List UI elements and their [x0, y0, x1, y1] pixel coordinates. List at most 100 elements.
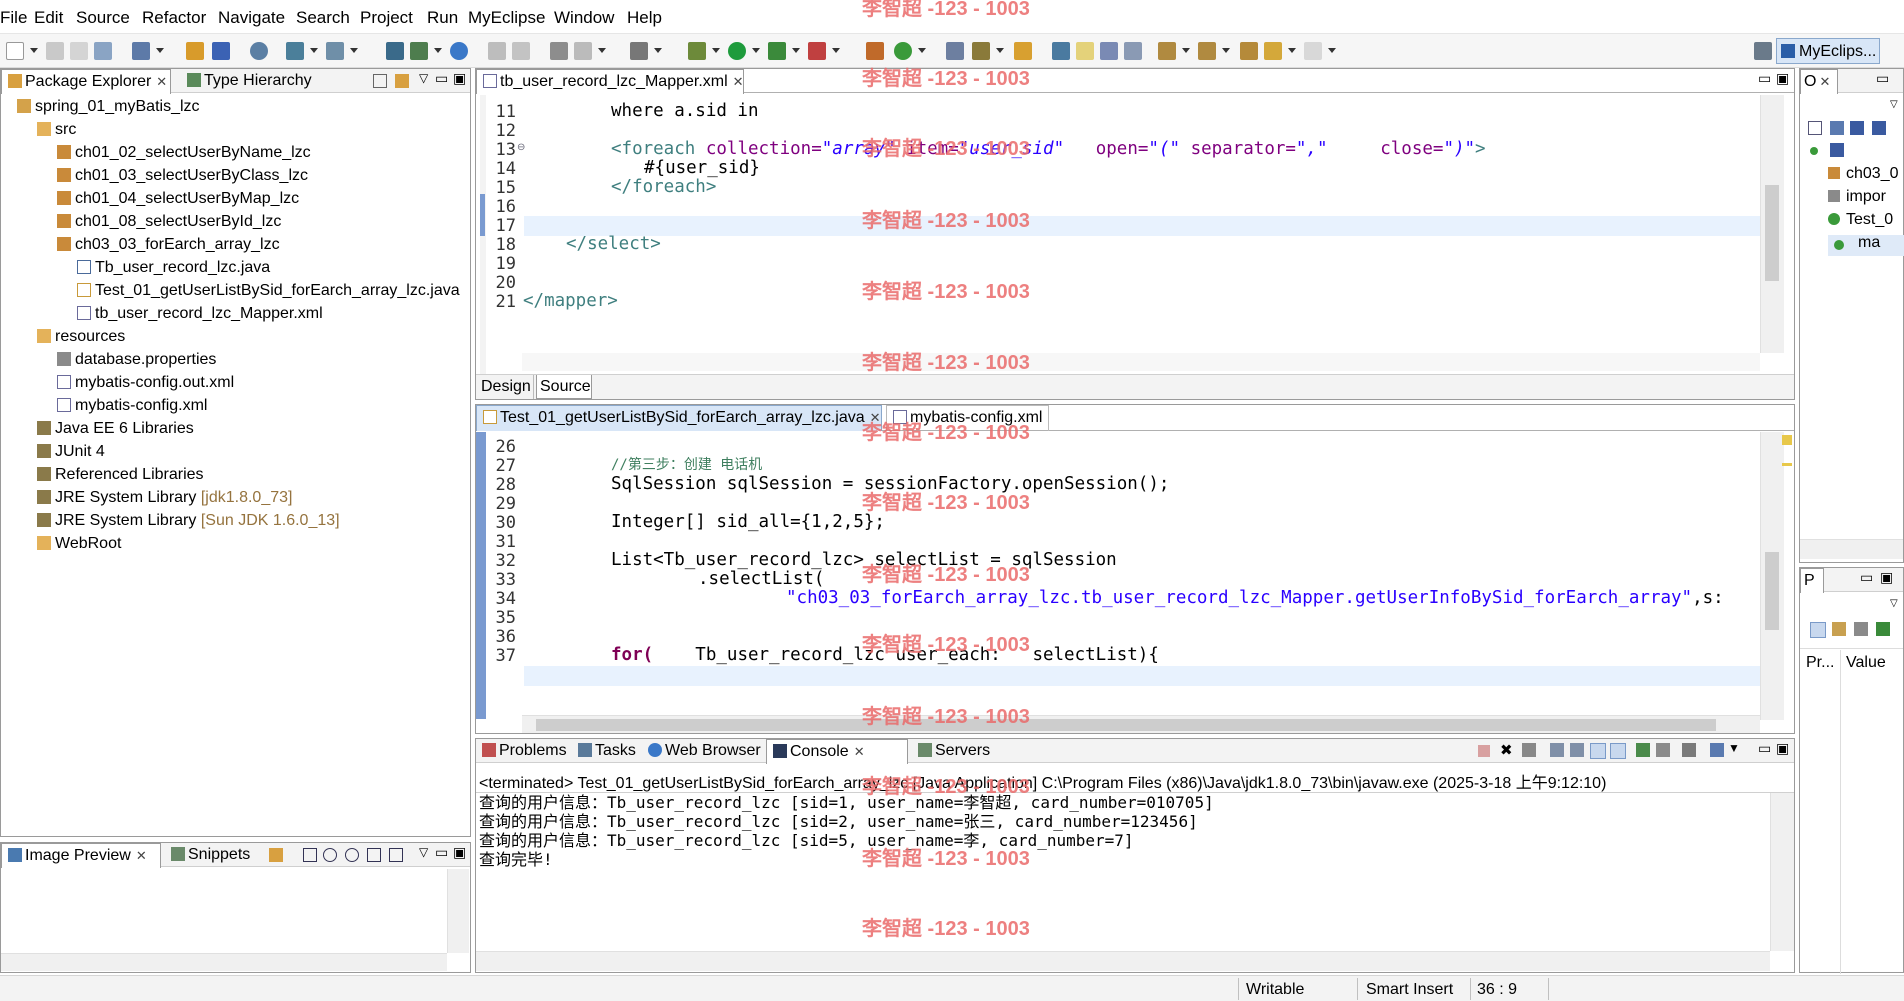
remove-all-icon[interactable] — [1522, 743, 1536, 757]
menu-refactor[interactable]: Refactor — [142, 8, 206, 28]
globe-icon[interactable] — [450, 42, 468, 60]
tab-design[interactable]: Design — [476, 375, 534, 399]
menu-run[interactable]: Run — [427, 8, 458, 28]
code-line[interactable]: "ch03_03_forEarch_array_lzc.tb_user_reco… — [786, 589, 1724, 608]
restore-default-icon[interactable] — [1876, 622, 1890, 636]
remove-launch-icon[interactable]: ✖ — [1500, 741, 1513, 759]
code-line[interactable]: #{user_sid} — [644, 159, 760, 178]
tree-library[interactable]: JRE System Library [jdk1.8.0_73] — [37, 486, 292, 509]
tree-library[interactable]: Referenced Libraries — [37, 463, 204, 486]
tree-package[interactable]: ch01_04_selectUserByMap_lzc — [57, 187, 299, 210]
chevron-down-icon[interactable] — [712, 48, 720, 53]
whitespace-icon[interactable] — [1124, 42, 1142, 60]
minimize-icon[interactable]: ▭ — [435, 70, 448, 87]
minimize-icon[interactable]: ▭ — [1876, 70, 1889, 87]
save-all-icon[interactable] — [70, 42, 88, 60]
pen-icon[interactable] — [972, 42, 990, 60]
last-edit-icon[interactable] — [1240, 42, 1258, 60]
tree-package[interactable]: ch03_03_forEarch_array_lzc — [57, 233, 280, 256]
chevron-down-icon[interactable]: ▼ — [1728, 741, 1740, 755]
code-line[interactable]: </foreach> — [611, 178, 716, 197]
tree-xml-file[interactable]: mybatis-config.xml — [57, 394, 207, 417]
fold-icon[interactable]: ⊖ — [517, 142, 525, 153]
code-line[interactable]: </mapper> — [523, 292, 618, 311]
menu-project[interactable]: Project — [360, 8, 413, 28]
chevron-down-icon[interactable] — [434, 48, 442, 53]
close-icon[interactable]: ✕ — [136, 848, 147, 863]
close-icon[interactable]: ✕ — [854, 744, 865, 759]
public-icon[interactable] — [1810, 147, 1818, 155]
horizontal-scrollbar[interactable] — [476, 951, 1770, 971]
maximize-icon[interactable]: ▣ — [453, 70, 466, 87]
highlight-icon[interactable] — [1076, 42, 1094, 60]
outline-item[interactable]: Test_0 — [1846, 211, 1893, 229]
minimize-icon[interactable]: ▭ — [1758, 740, 1771, 757]
view-menu-icon[interactable]: ▽ — [1890, 598, 1898, 609]
next-annotation-icon[interactable] — [1158, 42, 1176, 60]
minimize-icon[interactable]: ▭ — [1758, 70, 1771, 87]
chevron-down-icon[interactable] — [350, 48, 358, 53]
tab-source[interactable]: Source — [536, 375, 592, 399]
horizontal-scrollbar[interactable] — [1, 953, 447, 971]
tree-xml-file[interactable]: mybatis-config.out.xml — [57, 371, 234, 394]
open-perspective-icon[interactable] — [1754, 42, 1772, 60]
tree-library[interactable]: JRE System Library [Sun JDK 1.6.0_13] — [37, 509, 340, 532]
outline-item[interactable]: ma — [1858, 234, 1880, 252]
fit-icon[interactable] — [303, 848, 317, 862]
tab-properties[interactable]: P — [1800, 568, 1824, 593]
maximize-icon[interactable]: ▣ — [453, 844, 466, 861]
view-menu-icon[interactable]: ▽ — [419, 845, 428, 859]
scrollbar-thumb[interactable] — [536, 719, 1716, 731]
tree-java-file[interactable]: Test_01_getUserListBySid_forEarch_array_… — [77, 279, 460, 302]
menu-navigate[interactable]: Navigate — [218, 8, 285, 28]
chevron-down-icon[interactable] — [752, 48, 760, 53]
chevron-down-icon[interactable] — [30, 48, 38, 53]
tree-project[interactable]: spring_01_myBatis_lzc — [17, 95, 200, 118]
code-line[interactable]: where a.sid in — [611, 102, 759, 121]
new-icon[interactable] — [6, 42, 24, 60]
tab-outline[interactable]: O ✕ — [1800, 69, 1838, 94]
view-menu-icon[interactable]: ▽ — [1890, 99, 1898, 110]
chevron-down-icon[interactable] — [1182, 48, 1190, 53]
new-wizard-icon[interactable] — [132, 42, 150, 60]
prev-annotation-icon[interactable] — [1198, 42, 1216, 60]
debug-icon[interactable] — [688, 42, 706, 60]
chevron-down-icon[interactable] — [654, 48, 662, 53]
code-line[interactable]: Integer[] sid_all={1,2,5}; — [611, 513, 885, 532]
forward-icon[interactable] — [1304, 42, 1322, 60]
collapse-all-icon[interactable] — [373, 74, 387, 88]
tab-mapper-xml[interactable]: tb_user_record_lzc_Mapper.xml ✕ — [476, 69, 744, 94]
annotation-icon[interactable] — [1052, 42, 1070, 60]
open-folder-icon[interactable] — [946, 42, 964, 60]
display-console-icon[interactable] — [1656, 743, 1670, 757]
zoom-out-icon[interactable] — [323, 848, 337, 862]
copy-icon[interactable] — [1854, 622, 1868, 636]
open-resource-icon[interactable] — [410, 42, 428, 60]
tab-type-hierarchy[interactable]: Type Hierarchy — [181, 69, 318, 93]
code-line[interactable]: //第三步：创建 电话机 — [611, 456, 762, 475]
chevron-down-icon[interactable] — [1222, 48, 1230, 53]
sort-icon[interactable] — [1830, 121, 1844, 135]
vertical-scrollbar[interactable] — [1760, 95, 1784, 353]
tab-console[interactable]: Console ✕ — [766, 739, 908, 764]
horizontal-scrollbar[interactable] — [522, 715, 1760, 733]
menu-source[interactable]: Source — [76, 8, 130, 28]
debug-server-icon[interactable] — [286, 42, 304, 60]
back-icon[interactable] — [1264, 42, 1282, 60]
coverage-icon[interactable] — [768, 42, 786, 60]
save-icon[interactable] — [46, 42, 64, 60]
open-console-icon[interactable] — [1682, 743, 1696, 757]
chevron-down-icon[interactable] — [918, 48, 926, 53]
tree-java-file[interactable]: Tb_user_record_lzc.java — [77, 256, 270, 279]
refresh-icon[interactable] — [269, 848, 283, 862]
link-editor-icon[interactable] — [395, 74, 409, 88]
menu-edit[interactable]: Edit — [34, 8, 63, 28]
browser-icon[interactable] — [326, 42, 344, 60]
horizontal-scrollbar[interactable] — [522, 353, 1760, 371]
chevron-down-icon[interactable] — [156, 48, 164, 53]
package-icon[interactable] — [186, 42, 204, 60]
camera-icon[interactable] — [630, 42, 648, 60]
tree-resources[interactable]: resources — [37, 325, 125, 348]
tree-webroot[interactable]: WebRoot — [37, 532, 121, 555]
scrollbar-thumb[interactable] — [1765, 552, 1779, 630]
